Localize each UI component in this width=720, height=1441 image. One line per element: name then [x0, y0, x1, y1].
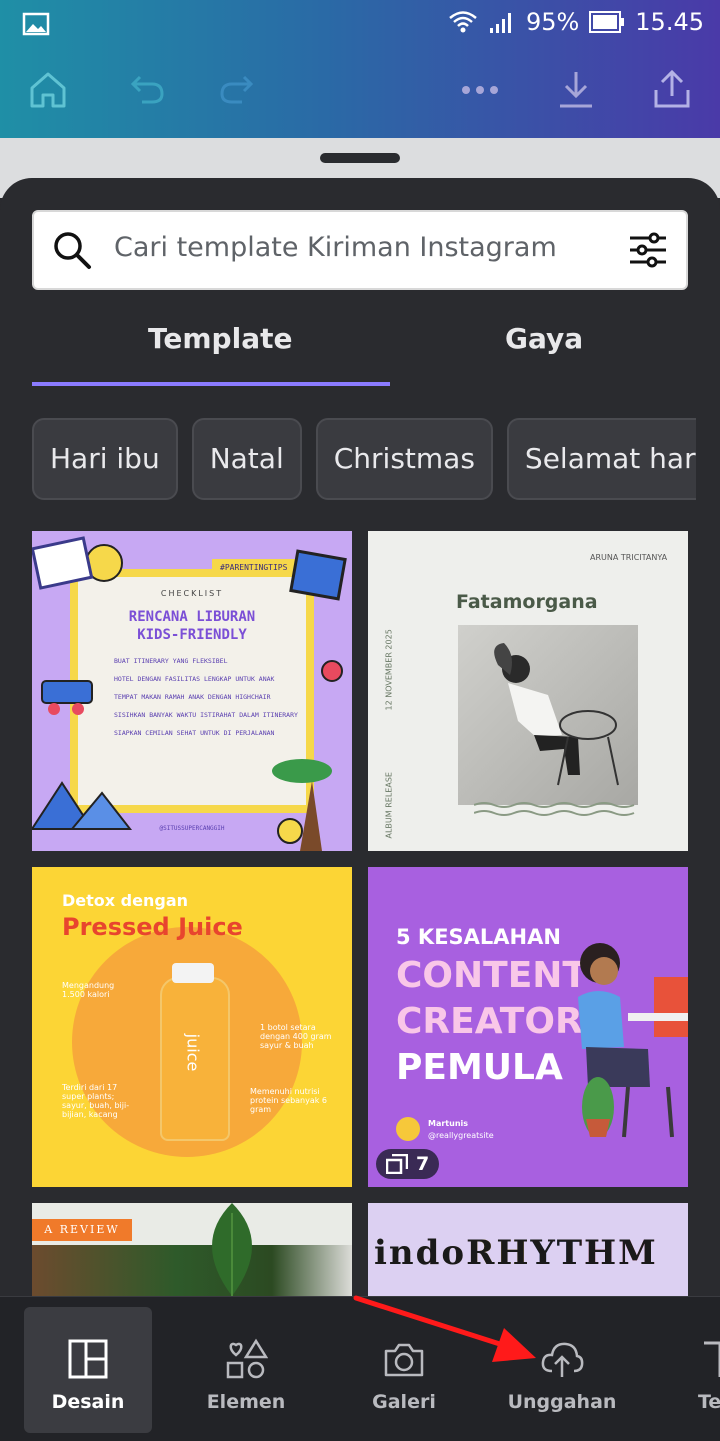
nav-elemen[interactable]: Elemen: [182, 1307, 310, 1433]
redo-icon[interactable]: [216, 68, 260, 112]
wavy-pattern: [474, 802, 635, 816]
template-card-content-creator[interactable]: 5 KESALAHAN CONTENT CREATOR PEMULA Martu…: [368, 867, 688, 1187]
card-line1: 5 KESALAHAN: [396, 925, 561, 949]
template-card-rencana-liburan[interactable]: #PARENTINGTIPS CHECKLIST RENCANA LIBURAN…: [32, 531, 352, 851]
undo-icon[interactable]: [124, 68, 168, 112]
nav-teks[interactable]: Teks: [656, 1307, 720, 1433]
layout-icon: [68, 1339, 108, 1379]
download-icon[interactable]: [554, 68, 598, 112]
battery-icon: [589, 11, 625, 33]
bottle-cap: [172, 963, 214, 983]
nav-unggahan[interactable]: Unggahan: [498, 1307, 626, 1433]
card-tag: A REVIEW: [32, 1219, 132, 1241]
home-icon[interactable]: [26, 68, 70, 112]
share-icon[interactable]: [650, 68, 694, 112]
template-card-fatamorgana[interactable]: ARUNA TRICITANYA Fatamorgana 12 NOVEMBER…: [368, 531, 688, 851]
text-icon: [704, 1341, 720, 1377]
chip-natal[interactable]: Natal: [191, 418, 302, 500]
person-chair-illustration: [494, 643, 619, 786]
search-bar[interactable]: Cari template Kiriman Instagram: [32, 210, 688, 290]
filter-icon[interactable]: [628, 230, 668, 270]
template-card-indorhythm[interactable]: indoRHYTHM: [368, 1203, 688, 1296]
card-line3: CREATOR: [396, 1001, 583, 1042]
more-icon[interactable]: [458, 68, 502, 112]
drag-handle[interactable]: [320, 153, 400, 163]
template-card-a-review[interactable]: A REVIEW: [32, 1203, 352, 1296]
nav-desain[interactable]: Desain: [24, 1307, 152, 1433]
card-brand: ARUNA TRICITANYA: [590, 553, 668, 562]
card-note: 1 botol setara dengan 400 gram sayur & b…: [260, 1023, 332, 1050]
card-title-big: Pressed Juice: [62, 913, 243, 941]
template-card-pressed-juice[interactable]: Detox dengan Pressed Juice Mengandung 1.…: [32, 867, 352, 1187]
leaf-illustration: [212, 1203, 252, 1296]
nav-label: Teks: [698, 1391, 720, 1413]
card-date: 12 NOVEMBER 2025: [384, 629, 394, 711]
shapes-icon: [226, 1338, 268, 1379]
search-icon: [54, 232, 91, 269]
signal-icon: [489, 13, 511, 33]
status-bar: 95% 15.45: [0, 0, 720, 50]
nav-label: Desain: [51, 1391, 125, 1413]
chip-selamat-hari-ibu[interactable]: Selamat hari ibu: [506, 418, 696, 500]
suggestion-chips: Hari ibuNatalChristmasSelamat hari ibu: [32, 418, 696, 500]
nav-galeri[interactable]: Galeri: [340, 1307, 468, 1433]
tab-template[interactable]: Template: [148, 322, 292, 355]
gallery-notification-icon: [22, 12, 50, 36]
card-side-label: ALBUM RELEASE: [384, 772, 394, 839]
card-note: Mengandung 1.500 kalori: [62, 981, 115, 999]
card-note: Memenuhi nutrisi protein sebanyak 6 gram: [250, 1087, 328, 1114]
card-line4: PEMULA: [396, 1047, 563, 1088]
chip-christmas[interactable]: Christmas: [315, 418, 493, 500]
cloud-upload-icon: [541, 1342, 584, 1377]
author-handle: @reallygreatsite: [428, 1131, 494, 1140]
active-tab-indicator: [32, 382, 390, 386]
camera-icon: [384, 1343, 424, 1377]
bottle-label: juice: [183, 1033, 203, 1072]
editor-toolbar: [0, 50, 720, 138]
nav-label: Galeri: [372, 1391, 436, 1413]
battery-percent: 95%: [525, 8, 580, 36]
bottom-nav: Desain Elemen Galeri Unggahan Teks: [0, 1296, 720, 1441]
page-count: 7: [416, 1153, 430, 1175]
ransom-title: indoRHYTHM: [374, 1233, 658, 1273]
author-name: Martunis: [428, 1119, 469, 1128]
card-title-small: Detox dengan: [62, 891, 188, 910]
search-input[interactable]: Cari template Kiriman Instagram: [114, 232, 557, 263]
nav-label: Elemen: [206, 1391, 286, 1413]
carousel-count-badge: 7: [376, 1149, 440, 1179]
multi-page-icon: [386, 1154, 408, 1174]
author-avatar: [396, 1117, 420, 1141]
clock: 15.45: [635, 8, 704, 36]
nav-label: Unggahan: [507, 1391, 617, 1413]
chip-hari-ibu[interactable]: Hari ibu: [32, 418, 178, 500]
tab-gaya[interactable]: Gaya: [505, 322, 583, 355]
person-desk-illustration: [578, 943, 688, 1138]
card-title: Fatamorgana: [456, 591, 598, 613]
wifi-icon: [449, 11, 477, 33]
sticker-illustrations: [32, 536, 347, 851]
card-note: Terdiri dari 17 super plants; sayur, bua…: [62, 1083, 130, 1119]
